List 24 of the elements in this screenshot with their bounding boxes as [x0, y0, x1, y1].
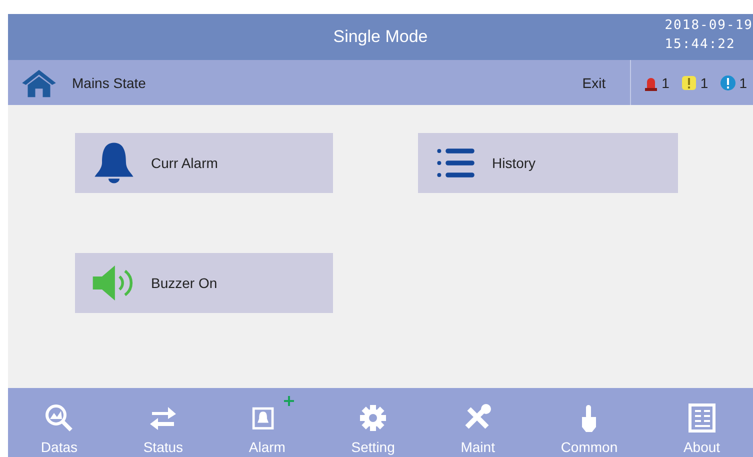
nav-tab[interactable]: Maint: [444, 388, 511, 457]
exit-button[interactable]: Exit: [574, 70, 614, 94]
alarm-count: 1: [700, 74, 708, 90]
date-text: 2018-09-19: [664, 17, 753, 35]
mode-title: Single Mode: [333, 27, 428, 47]
warning-icon: [681, 74, 698, 90]
document-icon: [686, 403, 717, 433]
home-icon[interactable]: [20, 68, 58, 98]
nav-tab[interactable]: Status: [127, 388, 200, 457]
nav-tab[interactable]: Setting: [335, 388, 411, 457]
history-button[interactable]: History: [418, 133, 678, 193]
location-label: Mains State: [72, 74, 146, 90]
time-text: 15:44:22: [664, 36, 736, 54]
alarm-count: 1: [739, 74, 747, 90]
nav-tab[interactable]: Datas: [24, 388, 94, 457]
buzzer-button[interactable]: Buzzer On: [75, 253, 333, 313]
nav-tab[interactable]: About: [667, 388, 736, 457]
chart-search-icon: [44, 403, 74, 433]
gear-icon: [358, 403, 388, 433]
nav-tab[interactable]: Common: [544, 388, 634, 457]
alarm-button[interactable]: Curr Alarm: [75, 133, 333, 193]
nav-tab[interactable]: Alarm: [232, 388, 302, 457]
alarm-count: 1: [662, 74, 670, 90]
info-icon: [720, 74, 736, 90]
